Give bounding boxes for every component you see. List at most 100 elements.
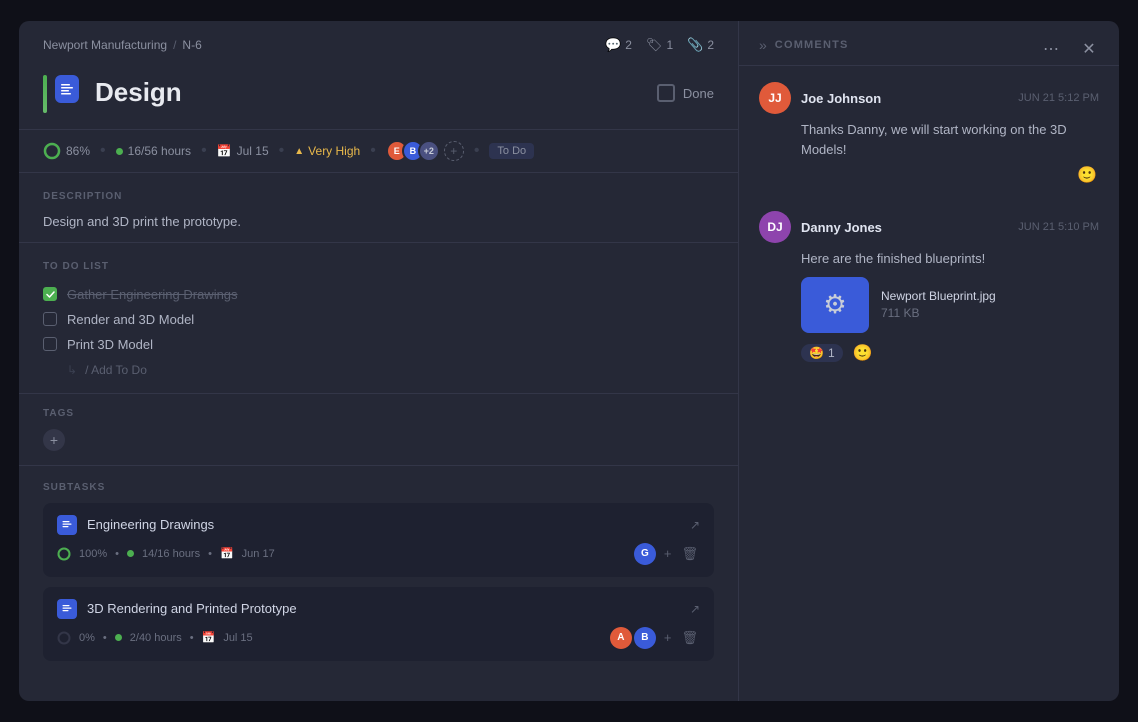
todo-text-3: Print 3D Model xyxy=(67,337,153,352)
hours-dot xyxy=(116,148,123,155)
breadcrumb: Newport Manufacturing / N-6 💬 2 🏷 1 📎 xyxy=(19,21,738,63)
comments-panel-label: COMMENTS xyxy=(775,39,849,51)
comment-2-reactions: 🤩 1 🙂 xyxy=(759,341,1099,365)
progress-meta[interactable]: 86% xyxy=(43,142,90,160)
subtask-2-delete-button[interactable]: 🗑 xyxy=(679,628,700,648)
close-modal-button[interactable]: ✕ xyxy=(1075,35,1103,63)
breadcrumb-child[interactable]: N-6 xyxy=(182,38,201,52)
subtasks-section: SUBTASKS Engineering Drawings ↗ xyxy=(19,466,738,687)
todo-text-2: Render and 3D Model xyxy=(67,312,194,327)
task-meta: 86% • 16/56 hours • 📅 Jul 15 • ▲ xyxy=(19,130,738,173)
add-tag-button[interactable]: + xyxy=(43,429,65,451)
subtask-1-calendar-icon: 📅 xyxy=(220,547,234,560)
tag-icon: 🏷 xyxy=(646,37,663,53)
subtask-2-sep2: • xyxy=(190,632,194,644)
subtask-1-date: Jun 17 xyxy=(242,548,275,560)
subtasks-label: SUBTASKS xyxy=(43,482,714,493)
attachment-name: Newport Blueprint.jpg xyxy=(881,289,996,303)
subtask-2-progress-label: 0% xyxy=(79,632,95,644)
comment-1-author: Joe Johnson xyxy=(801,91,881,106)
subtask-2-icon xyxy=(57,599,77,619)
tags-action[interactable]: 🏷 1 xyxy=(646,37,673,53)
subtask-1-actions: G + 🗑 xyxy=(634,543,700,565)
subtask-2-calendar-icon: 📅 xyxy=(202,631,216,644)
right-panel: » COMMENTS JJ Joe Johnson JUN 21 5:12 PM… xyxy=(739,21,1119,701)
sep2: • xyxy=(201,142,207,160)
sep3: • xyxy=(279,142,285,160)
description-text: Design and 3D print the prototype. xyxy=(43,212,714,232)
attachment-thumbnail[interactable]: ⚙ xyxy=(801,277,869,333)
comment-1-time: JUN 21 5:12 PM xyxy=(1018,92,1099,104)
more-options-button[interactable]: ⋯ xyxy=(1037,35,1065,63)
subtask-2-avatar-1[interactable]: A xyxy=(610,627,632,649)
todo-checkbox-2[interactable] xyxy=(43,312,57,326)
progress-pct-label: 86% xyxy=(66,144,90,158)
sep5: • xyxy=(474,142,480,160)
status-badge[interactable]: To Do xyxy=(489,143,534,159)
add-todo-button[interactable]: ↳ / Add To Do xyxy=(43,357,714,383)
subtask-2-date: Jul 15 xyxy=(223,632,252,644)
due-date-label: Jul 15 xyxy=(237,144,269,158)
subtask-2-avatar-2[interactable]: B xyxy=(634,627,656,649)
attachments-action[interactable]: 📎 2 xyxy=(687,37,714,53)
hours-meta[interactable]: 16/56 hours xyxy=(116,144,191,158)
comment-2: DJ Danny Jones JUN 21 5:10 PM Here are t… xyxy=(759,211,1099,365)
subtask-1-progress-label: 100% xyxy=(79,548,107,560)
subtask-1-external-icon[interactable]: ↗ xyxy=(690,518,700,532)
sep4: • xyxy=(370,142,376,160)
done-label: Done xyxy=(683,86,714,101)
subtask-1-sep2: • xyxy=(208,548,212,560)
add-todo-label: / Add To Do xyxy=(85,363,147,377)
todo-checkbox-1[interactable] xyxy=(43,287,57,301)
todo-item-1: Gather Engineering Drawings xyxy=(43,282,714,307)
date-meta[interactable]: 📅 Jul 15 xyxy=(217,144,269,158)
subtask-2-actions: A B + 🗑 xyxy=(610,627,700,649)
comment-1-body: Thanks Danny, we will start working on t… xyxy=(759,120,1099,159)
task-badge-icon xyxy=(55,75,80,103)
todo-checkbox-3[interactable] xyxy=(43,337,57,351)
task-title[interactable]: Design xyxy=(95,77,641,108)
tags-section: TAGS + xyxy=(19,394,738,466)
comment-1-emoji-button[interactable]: 🙂 xyxy=(1075,163,1099,187)
tags-count: 1 xyxy=(666,38,673,52)
attachment-size: 711 KB xyxy=(881,306,996,320)
add-todo-indent: ↳ xyxy=(67,363,77,377)
comment-2-body: Here are the finished blueprints! xyxy=(759,249,1099,269)
subtask-2-add-button[interactable]: + xyxy=(662,628,674,647)
subtask-item-2: 3D Rendering and Printed Prototype ↗ 0% … xyxy=(43,587,714,661)
add-assignee-button[interactable]: + xyxy=(444,141,464,161)
progress-ring-icon xyxy=(43,142,61,160)
breadcrumb-parent[interactable]: Newport Manufacturing xyxy=(43,38,167,52)
priority-meta[interactable]: ▲ Very High xyxy=(294,144,360,158)
subtask-1-avatar[interactable]: G xyxy=(634,543,656,565)
comment-2-header: DJ Danny Jones JUN 21 5:10 PM xyxy=(759,211,1099,243)
subtask-2-status-dot xyxy=(115,634,122,641)
sep1: • xyxy=(100,142,106,160)
subtask-1-delete-button[interactable]: 🗑 xyxy=(679,544,700,564)
subtask-2-header: 3D Rendering and Printed Prototype ↗ xyxy=(57,599,700,619)
description-label: DESCRIPTION xyxy=(43,191,714,202)
subtask-2-name[interactable]: 3D Rendering and Printed Prototype xyxy=(87,601,680,616)
subtask-2-sep1: • xyxy=(103,632,107,644)
priority-label: Very High xyxy=(308,144,360,158)
task-title-area: Design xyxy=(95,77,641,110)
hours-label: 16/56 hours xyxy=(128,144,191,158)
subtask-2-meta: 0% • 2/40 hours • 📅 Jul 15 A B + 🗑 xyxy=(57,627,700,649)
subtask-2-progress-icon xyxy=(57,631,71,645)
collapse-panel-button[interactable]: » xyxy=(759,37,767,53)
avatar-more[interactable]: +2 xyxy=(418,140,440,162)
done-checkbox[interactable] xyxy=(657,84,675,102)
comments-action[interactable]: 💬 2 xyxy=(605,37,632,53)
breadcrumb-separator: / xyxy=(173,38,176,52)
done-toggle[interactable]: Done xyxy=(657,84,714,102)
reaction-badge[interactable]: 🤩 1 xyxy=(801,344,843,362)
comment-2-emoji-button[interactable]: 🙂 xyxy=(851,341,875,365)
comment-2-attachment: ⚙ Newport Blueprint.jpg 711 KB xyxy=(759,277,1099,333)
comment-2-time: JUN 21 5:10 PM xyxy=(1018,221,1099,233)
subtask-2-external-icon[interactable]: ↗ xyxy=(690,602,700,616)
subtask-item-1: Engineering Drawings ↗ 100% • 14/16 hour… xyxy=(43,503,714,577)
task-header: Design Done xyxy=(19,63,738,130)
left-panel: Newport Manufacturing / N-6 💬 2 🏷 1 📎 xyxy=(19,21,739,701)
subtask-1-name[interactable]: Engineering Drawings xyxy=(87,517,680,532)
subtask-1-add-button[interactable]: + xyxy=(662,544,674,563)
